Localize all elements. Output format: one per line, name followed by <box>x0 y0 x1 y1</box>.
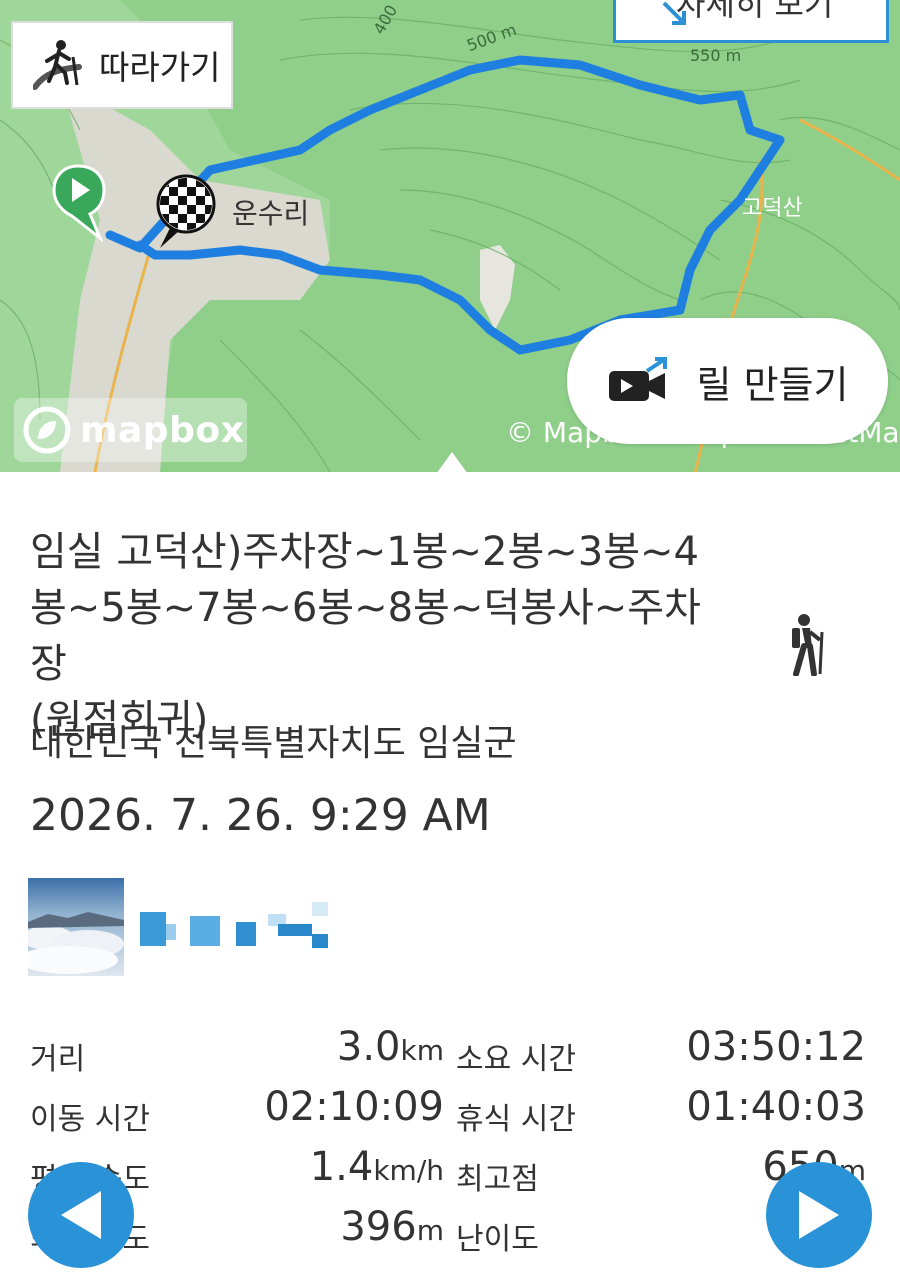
stats-row: 거리 3.0km 소요 시간 03:50:12 <box>0 1022 900 1082</box>
stat-label: 거리 <box>30 1042 86 1077</box>
mapbox-logo-icon <box>23 406 71 454</box>
stat-value: 396m <box>340 1204 444 1250</box>
route-map[interactable]: 400 500 m 550 m 운수리 고덕산 따라가기 자세히 보기 mapb… <box>0 0 900 472</box>
stat-number: 3.0 <box>336 1024 401 1070</box>
stat-value: 02:10:09 <box>264 1084 444 1130</box>
stat-label: 이동 시간 <box>30 1102 150 1137</box>
track-title-line: 임실 고덕산)주차장~1봉~2봉~3봉~4 <box>30 529 699 575</box>
stat-number: 01:40:03 <box>686 1084 866 1130</box>
stat-value: 01:40:03 <box>686 1084 866 1130</box>
peak-label: 고덕산 <box>742 196 803 221</box>
triangle-right-icon <box>799 1191 839 1239</box>
stat-number: 02:10:09 <box>264 1084 444 1130</box>
mapbox-logo-text: mapbox <box>80 409 245 451</box>
stat-unit: km/h <box>373 1154 444 1187</box>
stats-row: 평균 속도 1.4km/h 최고점 650m <box>0 1142 900 1202</box>
mapbox-logo: mapbox <box>14 398 247 462</box>
start-marker-icon <box>52 164 106 242</box>
follow-button[interactable]: 따라가기 <box>11 21 233 109</box>
contour-label: 550 m <box>690 46 742 65</box>
stat-number: 03:50:12 <box>686 1024 866 1070</box>
stat-unit: m <box>416 1214 444 1247</box>
stat-label: 휴식 시간 <box>456 1102 576 1137</box>
stat-number: 1.4 <box>309 1144 374 1190</box>
avatar-photo <box>28 878 124 976</box>
prev-button[interactable] <box>28 1162 134 1268</box>
follow-hiker-icon <box>33 40 82 90</box>
stat-value: 1.4km/h <box>310 1144 444 1190</box>
stats-row: 최저 고도 396m 난이도 <box>0 1202 900 1262</box>
stat-unit: km <box>400 1034 445 1067</box>
detail-view-button[interactable]: 자세히 보기 <box>613 0 889 43</box>
stat-label: 최고점 <box>456 1162 539 1197</box>
stat-label: 소요 시간 <box>456 1042 576 1077</box>
stat-value: 03:50:12 <box>686 1024 866 1070</box>
triangle-left-icon <box>61 1191 101 1239</box>
username-blurred <box>140 902 328 948</box>
track-datetime: 2026. 7. 26. 9:29 AM <box>30 790 491 841</box>
stats-row: 이동 시간 02:10:09 휴식 시간 01:40:03 <box>0 1082 900 1142</box>
next-button[interactable] <box>766 1162 872 1268</box>
video-camera-icon <box>608 357 667 401</box>
place-label: 운수리 <box>232 197 310 230</box>
finish-flag-icon <box>156 174 216 248</box>
hiking-icon <box>792 614 824 676</box>
track-region: 대한민국 전북특별자치도 임실군 <box>30 723 517 764</box>
follow-label: 따라가기 <box>99 48 221 87</box>
stat-value: 3.0km <box>337 1024 444 1070</box>
make-reel-button[interactable]: 릴 만들기 <box>567 318 888 444</box>
user-avatar[interactable] <box>28 878 124 976</box>
stat-number: 396 <box>340 1204 417 1250</box>
stat-label: 난이도 <box>456 1222 539 1257</box>
panel-pointer <box>436 452 468 472</box>
make-reel-label: 릴 만들기 <box>696 362 849 407</box>
detail-view-label: 자세히 보기 <box>676 0 834 23</box>
track-title-line: 봉~5봉~7봉~6봉~8봉~덕봉사~주차장 <box>30 585 701 687</box>
